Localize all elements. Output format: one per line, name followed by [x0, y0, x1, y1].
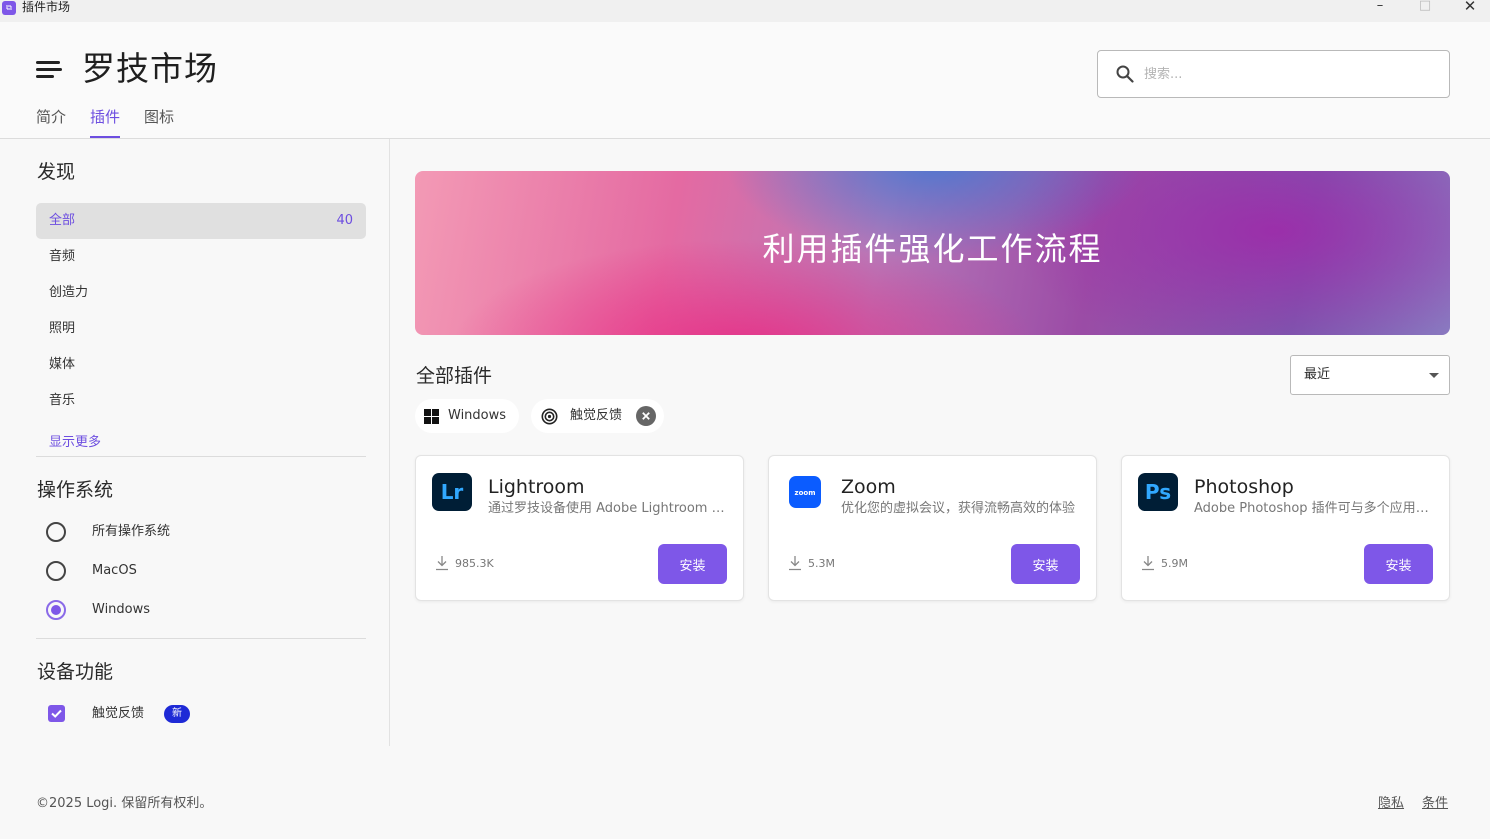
photoshop-logo-icon: Ps [1138, 473, 1178, 511]
os-option-label: 所有操作系统 [92, 524, 171, 539]
sidebar: 发现 全部 40 音频 创造力 照明 媒体 音乐 显示更多 操作系统 所有操作系… [0, 139, 390, 746]
title-bar: ⧉ 插件市场 – □ ✕ [0, 0, 1490, 22]
category-label: 创造力 [49, 285, 89, 300]
plugin-description: Adobe Photoshop 插件可与多个应用配合使用 [1194, 501, 1434, 516]
chip-label: 触觉反馈 [570, 408, 623, 423]
category-label: 全部 [49, 213, 76, 228]
category-label: 照明 [49, 321, 76, 336]
minimize-icon[interactable]: – [1358, 0, 1402, 14]
download-icon [1142, 556, 1154, 571]
show-more-link[interactable]: 显示更多 [49, 431, 101, 450]
tab-intro[interactable]: 简介 [36, 106, 66, 128]
radio-button[interactable] [46, 522, 66, 542]
svg-text:Lr: Lr [441, 480, 464, 504]
download-count: 5.9M [1161, 557, 1188, 570]
filter-chip-windows[interactable]: Windows [415, 399, 519, 433]
radio-button[interactable] [46, 561, 66, 581]
plugin-name: Lightroom [488, 476, 585, 498]
caret-down-icon [1429, 373, 1439, 378]
feature-label: 触觉反馈 [92, 706, 145, 721]
os-heading: 操作系统 [37, 479, 114, 501]
category-media[interactable]: 媒体 [36, 347, 366, 383]
search-icon [1116, 65, 1134, 83]
window-title: 插件市场 [22, 0, 71, 14]
tab-icons[interactable]: 图标 [144, 106, 174, 128]
plugin-card-zoom[interactable]: zoom Zoom 优化您的虚拟会议，获得流畅高效的体验 5.3M 安装 [768, 455, 1097, 601]
plugin-description: 通过罗技设备使用 Adobe Lightroom Classic [488, 501, 728, 516]
download-icon [436, 556, 448, 571]
filter-chip-haptic[interactable]: 触觉反馈 [531, 399, 664, 433]
terms-link[interactable]: 条件 [1422, 794, 1448, 814]
install-button[interactable]: 安装 [1011, 544, 1080, 584]
plugin-name: Zoom [841, 476, 896, 498]
haptic-icon [541, 408, 558, 425]
zoom-logo-icon: zoom [789, 476, 821, 508]
plugin-name: Photoshop [1194, 476, 1294, 498]
category-audio[interactable]: 音频 [36, 239, 366, 275]
divider [36, 638, 366, 639]
hamburger-menu-icon[interactable] [36, 61, 62, 79]
page-title: 罗技市场 [82, 49, 218, 88]
download-count: 985.3K [455, 557, 494, 570]
lightroom-logo-icon: Lr [432, 473, 472, 511]
maximize-icon[interactable]: □ [1403, 0, 1447, 14]
features-heading: 设备功能 [37, 661, 114, 683]
copyright-text: ©2025 Logi. 保留所有权利。 [36, 796, 213, 811]
install-button[interactable]: 安装 [1364, 544, 1433, 584]
check-icon [51, 709, 62, 718]
new-badge: 新 [164, 705, 190, 723]
sort-value: 最近 [1304, 367, 1331, 382]
category-label: 音频 [49, 249, 76, 264]
download-count: 5.3M [808, 557, 835, 570]
discover-heading: 发现 [37, 161, 76, 183]
radio-button-selected[interactable] [46, 600, 66, 620]
divider [36, 456, 366, 457]
plugin-description: 优化您的虚拟会议，获得流畅高效的体验 [841, 501, 1076, 516]
remove-filter-icon[interactable] [636, 406, 656, 426]
search-box [1097, 50, 1450, 98]
svg-text:zoom: zoom [795, 489, 816, 497]
app-logo-icon: ⧉ [2, 1, 16, 15]
banner-text: 利用插件强化工作流程 [762, 230, 1103, 268]
windows-icon [424, 409, 439, 424]
category-music[interactable]: 音乐 [36, 383, 366, 419]
install-button[interactable]: 安装 [658, 544, 727, 584]
sort-dropdown[interactable]: 最近 [1290, 355, 1450, 395]
category-label: 音乐 [49, 393, 76, 408]
chip-label: Windows [448, 408, 507, 423]
privacy-link[interactable]: 隐私 [1378, 794, 1404, 814]
category-label: 媒体 [49, 357, 76, 372]
category-creativity[interactable]: 创造力 [36, 275, 366, 311]
os-option-label: MacOS [92, 563, 137, 578]
category-lighting[interactable]: 照明 [36, 311, 366, 347]
checkbox-checked[interactable] [48, 705, 65, 722]
category-all[interactable]: 全部 40 [36, 203, 366, 239]
promo-banner: 利用插件强化工作流程 [415, 171, 1450, 335]
svg-text:Ps: Ps [1145, 480, 1171, 504]
download-icon [789, 556, 801, 571]
plugin-card-lightroom[interactable]: Lr Lightroom 通过罗技设备使用 Adobe Lightroom Cl… [415, 455, 744, 601]
plugin-card-photoshop[interactable]: Ps Photoshop Adobe Photoshop 插件可与多个应用配合使… [1121, 455, 1450, 601]
os-option-label: Windows [92, 602, 151, 617]
tab-plugins[interactable]: 插件 [90, 106, 121, 138]
header: 罗技市场 简介 插件 图标 [0, 22, 1490, 139]
category-count: 40 [336, 213, 353, 228]
close-icon[interactable]: ✕ [1448, 0, 1490, 14]
search-input[interactable] [1144, 61, 1434, 87]
plugin-list-title: 全部插件 [416, 365, 493, 387]
